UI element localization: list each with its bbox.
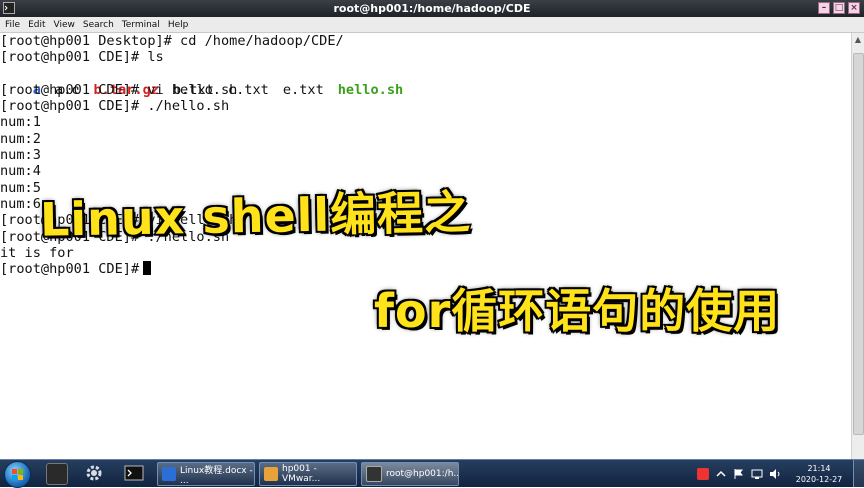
window-titlebar[interactable]: root@hp001:/home/hadoop/CDE – □ × [0,0,864,17]
menu-help[interactable]: Help [168,20,189,30]
menu-file[interactable]: File [5,20,20,30]
clock-date: 2020-12-27 [795,475,843,484]
overlay-title-line2: for循环语句的使用 [372,283,781,340]
terminal-scrollbar[interactable]: ▲ [851,33,864,459]
terminal-line: [root@hp001 CDE]# vi hello.sh [0,81,238,98]
menu-terminal[interactable]: Terminal [122,20,160,30]
scroll-thumb[interactable] [853,53,864,435]
flag-icon[interactable] [733,468,745,480]
terminal-app-icon [3,2,15,14]
word-icon [162,467,176,481]
terminal-icon [366,466,382,482]
taskbar-item-label: Linux教程.docx - ... [180,465,253,486]
terminal-line: [root@hp001 CDE]# ls [0,49,164,66]
clock-time: 21:14 [807,464,831,473]
ls-output-line: a a.c b.tar.gz b.txt c.txt e.txt hello.sh [0,66,852,98]
close-button[interactable]: × [848,2,860,14]
system-tray [697,460,787,487]
terminal-line: num:3 [0,147,41,164]
cmd-icon[interactable] [124,463,144,483]
minimize-button[interactable]: – [818,2,830,14]
terminal-line: [root@hp001 Desktop]# cd /home/hadoop/CD… [0,33,344,49]
taskbar-item-word[interactable]: Linux教程.docx - ... [157,462,255,486]
ls-entry-file: e.txt [282,81,324,98]
menu-bar: File Edit View Search Terminal Help [0,17,864,33]
menu-edit[interactable]: Edit [28,20,45,30]
ls-entry-exe: hello.sh [337,81,404,98]
text-cursor [143,261,152,276]
volume-icon[interactable] [769,468,781,480]
overlay-title-line1: Linux shell编程之 [38,184,473,249]
terminal-prompt: [root@hp001 CDE]# [0,261,140,278]
start-button[interactable] [4,461,31,488]
taskbar: Linux教程.docx - ... hp001 - VMwar... root… [0,459,864,488]
maximize-button[interactable]: □ [833,2,845,14]
windows-logo-icon [12,469,23,480]
network-icon[interactable] [751,468,763,480]
terminal-line: num:2 [0,130,41,147]
terminal-line: num:1 [0,114,41,131]
window-title: root@hp001:/home/hadoop/CDE [333,2,531,15]
menu-view[interactable]: View [54,20,75,30]
taskbar-item-label: hp001 - VMwar... [282,464,321,484]
menu-search[interactable]: Search [83,20,114,30]
clock[interactable]: 21:14 2020-12-27 [790,463,848,485]
nox-app-icon[interactable] [46,463,68,485]
chevron-up-icon[interactable] [715,468,727,480]
taskbar-item-label: root@hp001:/h... [386,469,459,479]
scroll-up-arrow-icon[interactable]: ▲ [853,35,863,45]
taskbar-item-terminal[interactable]: root@hp001:/h... [361,462,459,486]
gear-icon[interactable] [84,463,104,483]
sogou-input-icon[interactable] [697,467,709,480]
taskbar-item-vmware[interactable]: hp001 - VMwar... [259,462,357,486]
terminal-line: [root@hp001 CDE]# ./hello.sh [0,98,230,115]
show-desktop-button[interactable] [853,460,864,487]
vmware-icon [264,467,278,481]
